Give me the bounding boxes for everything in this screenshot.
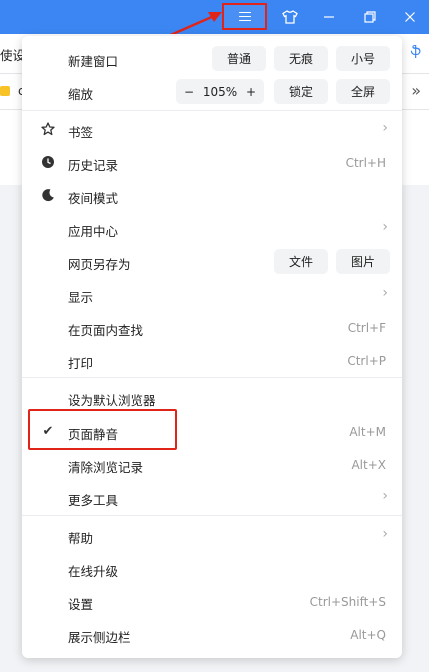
zoom-in-button[interactable]: + bbox=[246, 85, 256, 99]
restore-button[interactable] bbox=[353, 3, 387, 31]
main-menu: 新建窗口 普通 无痕 小号 缩放 − 105% + 锁定 全屏 书签 › 历史记… bbox=[22, 36, 402, 658]
chevron-right-icon: › bbox=[382, 488, 388, 504]
new-incognito-window-button[interactable]: 无痕 bbox=[274, 46, 328, 71]
night-mode-label: 夜间模式 bbox=[68, 191, 119, 206]
show-sidebar-label: 展示侧边栏 bbox=[68, 630, 131, 645]
save-as-label: 网页另存为 bbox=[68, 257, 131, 272]
menu-item-clear-history[interactable]: 清除浏览记录 Alt+X bbox=[22, 448, 402, 481]
clear-history-shortcut: Alt+X bbox=[351, 458, 386, 472]
menu-item-app-center[interactable]: 应用中心 › bbox=[22, 212, 402, 245]
menu-row-save-as: 网页另存为 文件 图片 bbox=[22, 245, 402, 278]
restore-icon bbox=[364, 11, 376, 23]
save-as-image-button[interactable]: 图片 bbox=[336, 249, 390, 274]
menu-row-new-window: 新建窗口 普通 无痕 小号 bbox=[22, 42, 402, 75]
show-sidebar-shortcut: Alt+Q bbox=[350, 628, 386, 642]
menu-item-settings[interactable]: 设置 Ctrl+Shift+S bbox=[22, 585, 402, 618]
menu-item-history[interactable]: 历史记录 Ctrl+H bbox=[22, 146, 402, 179]
clock-icon bbox=[40, 154, 56, 170]
zoom-value: 105% bbox=[202, 84, 238, 99]
find-label: 在页面内查找 bbox=[68, 323, 144, 338]
chevron-right-icon: › bbox=[382, 120, 388, 136]
chevron-right-icon: › bbox=[382, 526, 388, 542]
minimize-button[interactable] bbox=[312, 3, 346, 31]
zoom-out-button[interactable]: − bbox=[184, 85, 194, 99]
menu-item-show-sidebar[interactable]: 展示侧边栏 Alt+Q bbox=[22, 618, 402, 651]
menu-row-zoom: 缩放 − 105% + 锁定 全屏 bbox=[22, 75, 402, 108]
menu-item-help[interactable]: 帮助 › bbox=[22, 519, 402, 552]
history-shortcut: Ctrl+H bbox=[345, 156, 386, 170]
moon-icon bbox=[40, 187, 56, 203]
default-browser-label: 设为默认浏览器 bbox=[68, 393, 156, 408]
star-icon bbox=[40, 121, 56, 137]
zoom-control: − 105% + bbox=[176, 79, 264, 104]
app-center-label: 应用中心 bbox=[68, 224, 119, 239]
clear-history-label: 清除浏览记录 bbox=[68, 460, 144, 475]
fullscreen-button[interactable]: 全屏 bbox=[336, 79, 390, 104]
skin-button[interactable] bbox=[273, 3, 307, 31]
upgrade-label: 在线升级 bbox=[68, 564, 119, 579]
menu-icon bbox=[238, 12, 251, 22]
settings-shortcut: Ctrl+Shift+S bbox=[309, 595, 386, 609]
new-window-label: 新建窗口 bbox=[68, 54, 119, 69]
menu-item-print[interactable]: 打印 Ctrl+P bbox=[22, 344, 402, 377]
new-small-window-button[interactable]: 小号 bbox=[336, 46, 390, 71]
zoom-label: 缩放 bbox=[68, 87, 94, 102]
display-label: 显示 bbox=[68, 290, 94, 305]
annotation-highlight-box bbox=[28, 409, 177, 450]
close-icon bbox=[405, 12, 415, 22]
menu-divider bbox=[22, 110, 402, 111]
more-bookmarks-icon[interactable]: » bbox=[411, 81, 421, 100]
print-shortcut: Ctrl+P bbox=[347, 354, 386, 368]
minimize-icon bbox=[324, 16, 334, 18]
close-button[interactable] bbox=[393, 3, 427, 31]
new-normal-window-button[interactable]: 普通 bbox=[212, 46, 266, 71]
chevron-right-icon: › bbox=[382, 219, 388, 235]
chevron-right-icon: › bbox=[382, 285, 388, 301]
mute-shortcut: Alt+M bbox=[349, 425, 386, 439]
history-label: 历史记录 bbox=[68, 158, 119, 173]
zoom-lock-button[interactable]: 锁定 bbox=[274, 79, 328, 104]
menu-divider bbox=[22, 377, 402, 378]
menu-item-more-tools[interactable]: 更多工具 › bbox=[22, 481, 402, 514]
folder-icon[interactable] bbox=[0, 86, 10, 96]
menu-item-display[interactable]: 显示 › bbox=[22, 278, 402, 311]
menu-item-night-mode[interactable]: 夜间模式 bbox=[22, 179, 402, 212]
menu-divider bbox=[22, 515, 402, 516]
find-shortcut: Ctrl+F bbox=[347, 321, 386, 335]
menu-item-upgrade[interactable]: 在线升级 bbox=[22, 552, 402, 585]
help-label: 帮助 bbox=[68, 531, 94, 546]
skin-icon bbox=[282, 10, 298, 24]
bookmarks-label: 书签 bbox=[68, 125, 94, 140]
menu-item-bookmarks[interactable]: 书签 › bbox=[22, 113, 402, 146]
menu-item-find[interactable]: 在页面内查找 Ctrl+F bbox=[22, 311, 402, 344]
print-label: 打印 bbox=[68, 356, 94, 371]
settings-label: 设置 bbox=[68, 597, 94, 612]
more-tools-label: 更多工具 bbox=[68, 493, 119, 508]
address-action-icon[interactable]: ֆ bbox=[411, 44, 421, 59]
save-as-file-button[interactable]: 文件 bbox=[274, 249, 328, 274]
